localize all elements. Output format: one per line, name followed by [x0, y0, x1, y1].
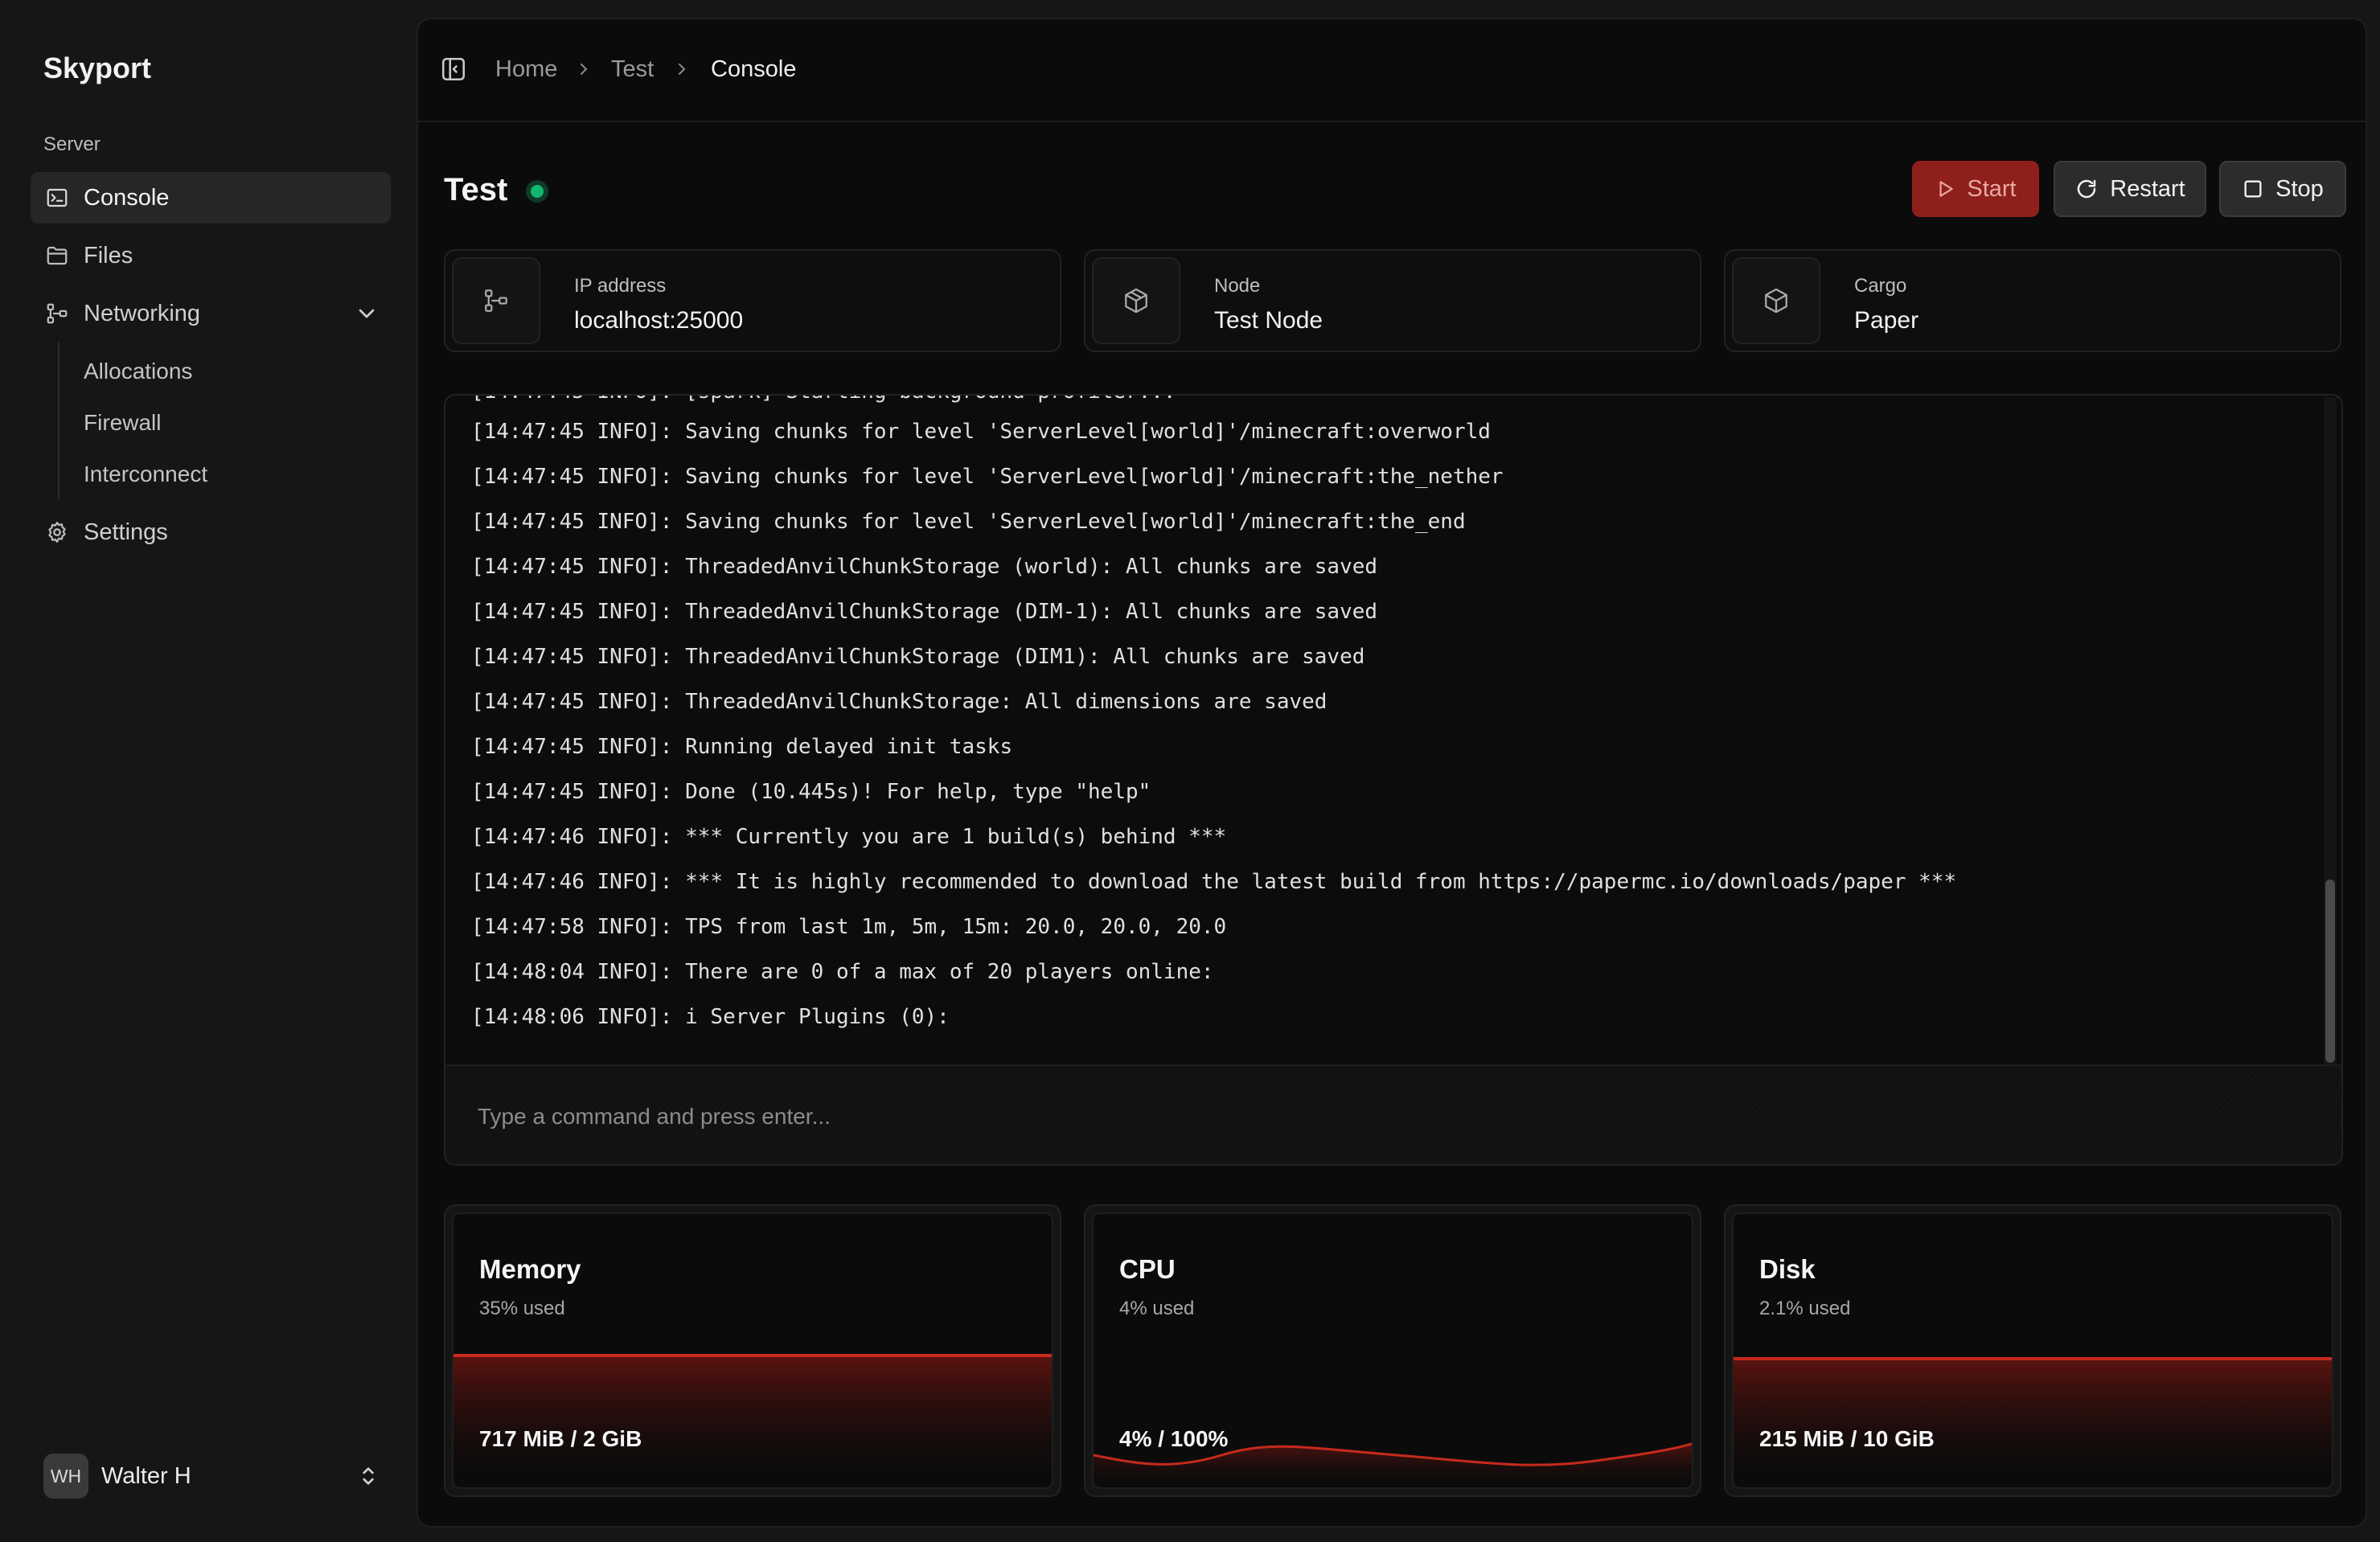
breadcrumb-home[interactable]: Home	[495, 56, 557, 83]
stat-title: Disk	[1759, 1254, 1816, 1284]
stat-card-cpu: CPU 4% used 4% / 100%	[1084, 1204, 1701, 1497]
stat-title: CPU	[1119, 1254, 1176, 1284]
sidebar-item-label: Settings	[84, 519, 168, 545]
refresh-icon	[2078, 179, 2096, 199]
log-line: [14:47:45 INFO]: ThreadedAnvilChunkStora…	[471, 645, 1365, 669]
gear-icon	[43, 519, 71, 546]
sidebar: Skyport Server Console Files Networking …	[0, 0, 415, 1542]
log-line: [14:47:45 INFO]: Done (10.445s)! For hel…	[471, 780, 1151, 804]
cpu-graph	[1094, 1442, 1692, 1487]
play-icon	[1939, 181, 1954, 197]
box-icon	[1732, 257, 1820, 344]
restart-button[interactable]: Restart	[2054, 161, 2206, 217]
chevron-down-icon[interactable]	[354, 301, 380, 326]
stat-subtitle: 4% used	[1119, 1298, 1195, 1319]
page-title: Test	[444, 172, 508, 207]
stop-label: Stop	[2275, 175, 2324, 202]
command-bar	[445, 1064, 2341, 1164]
networking-subnav: Allocations Firewall Interconnect	[58, 342, 207, 500]
log-line: [14:47:46 INFO]: *** Currently you are 1…	[471, 825, 1227, 849]
stat-card-body: CPU 4% used 4% / 100%	[1092, 1212, 1693, 1489]
sidebar-toggle-icon[interactable]	[436, 51, 471, 87]
info-card-cargo: Cargo Paper	[1724, 249, 2341, 352]
terminal-icon	[43, 184, 71, 211]
user-menu[interactable]: WH Walter H	[43, 1452, 381, 1500]
log-line: [14:47:45 INFO]: ThreadedAnvilChunkStora…	[471, 600, 1378, 624]
sidebar-subitem-interconnect[interactable]: Interconnect	[84, 461, 207, 487]
ip-icon	[452, 257, 540, 344]
breadcrumb-console: Console	[711, 56, 797, 82]
user-name: Walter H	[101, 1462, 191, 1489]
sidebar-item-label: Files	[84, 242, 133, 269]
info-value: Test Node	[1214, 307, 1323, 334]
stat-card-body: Memory 35% used 717 MiB / 2 GiB	[452, 1212, 1053, 1489]
info-label: Node	[1214, 275, 1261, 297]
info-value: Paper	[1854, 307, 1919, 334]
start-label: Start	[1967, 175, 2017, 202]
start-button[interactable]: Start	[1912, 161, 2039, 217]
network-icon	[43, 300, 71, 327]
node-icon	[1092, 257, 1180, 344]
avatar: WH	[43, 1454, 88, 1499]
log-line: [14:47:45 INFO]: ThreadedAnvilChunkStora…	[471, 690, 1327, 714]
sidebar-item-files[interactable]: Files	[31, 230, 391, 281]
stat-subtitle: 35% used	[479, 1298, 565, 1319]
stat-value: 4% / 100%	[1119, 1426, 1229, 1451]
stat-card-disk: Disk 2.1% used 215 MiB / 10 GiB	[1724, 1204, 2341, 1497]
stop-icon	[2244, 180, 2262, 198]
sidebar-section-label: Server	[43, 133, 101, 155]
memory-graph	[453, 1354, 1052, 1487]
sidebar-subitem-firewall[interactable]: Firewall	[84, 410, 161, 436]
console-panel: [14:47:45 INFO]: [spark] Starting backgr…	[444, 394, 2343, 1166]
stat-value: 717 MiB / 2 GiB	[479, 1426, 642, 1451]
disk-graph	[1734, 1357, 2332, 1487]
stop-button[interactable]: Stop	[2219, 161, 2346, 217]
log-line: [14:47:45 INFO]: Saving chunks for level…	[471, 510, 1466, 534]
stat-value: 215 MiB / 10 GiB	[1759, 1426, 1935, 1451]
stat-subtitle: 2.1% used	[1759, 1298, 1851, 1319]
app-brand: Skyport	[43, 51, 152, 84]
log-line: [14:48:04 INFO]: There are 0 of a max of…	[471, 960, 1214, 984]
console-log[interactable]: [14:47:45 INFO]: [spark] Starting backgr…	[445, 396, 2320, 1064]
sidebar-item-settings[interactable]: Settings	[31, 506, 391, 558]
restart-label: Restart	[2110, 175, 2185, 202]
log-line: [14:47:45 INFO]: Saving chunks for level…	[471, 465, 1504, 489]
info-card-ip: IP address localhost:25000	[444, 249, 1061, 352]
info-card-node: Node Test Node	[1084, 249, 1701, 352]
info-label: Cargo	[1854, 275, 1907, 297]
log-line: [14:47:45 INFO]: [spark] Starting backgr…	[471, 396, 1176, 404]
folder-icon	[43, 242, 71, 269]
sidebar-item-label: Console	[84, 184, 170, 211]
stat-card-body: Disk 2.1% used 215 MiB / 10 GiB	[1732, 1212, 2333, 1489]
chevron-right-icon	[574, 59, 593, 79]
sidebar-item-networking[interactable]: Networking	[31, 288, 391, 339]
sidebar-subitem-allocations[interactable]: Allocations	[84, 359, 192, 384]
log-line: [14:47:45 INFO]: Saving chunks for level…	[471, 420, 1491, 444]
info-value: localhost:25000	[574, 307, 744, 334]
scrollbar-thumb[interactable]	[2325, 880, 2335, 1063]
stat-title: Memory	[479, 1254, 581, 1284]
log-line: [14:47:46 INFO]: *** It is highly recomm…	[471, 870, 1957, 894]
command-input[interactable]	[445, 1066, 2341, 1164]
chevron-updown-icon[interactable]	[355, 1463, 381, 1489]
topbar: Home Test Console	[418, 19, 2366, 122]
info-label: IP address	[574, 275, 667, 297]
main-panel: Home Test Console Test Start Restart Sto…	[416, 18, 2367, 1528]
stat-card-memory: Memory 35% used 717 MiB / 2 GiB	[444, 1204, 1061, 1497]
log-line: [14:47:45 INFO]: Running delayed init ta…	[471, 735, 1013, 759]
chevron-right-icon	[672, 59, 691, 79]
sidebar-item-console[interactable]: Console	[31, 172, 391, 224]
sidebar-item-label: Networking	[84, 300, 201, 326]
log-line: [14:47:58 INFO]: TPS from last 1m, 5m, 1…	[471, 915, 1227, 939]
log-line: [14:48:06 INFO]: i Server Plugins (0):	[471, 1005, 950, 1029]
breadcrumb-test[interactable]: Test	[611, 56, 654, 83]
console-scrollbar[interactable]	[2324, 397, 2337, 1064]
log-line: [14:47:45 INFO]: ThreadedAnvilChunkStora…	[471, 555, 1378, 579]
status-indicator	[526, 180, 548, 203]
